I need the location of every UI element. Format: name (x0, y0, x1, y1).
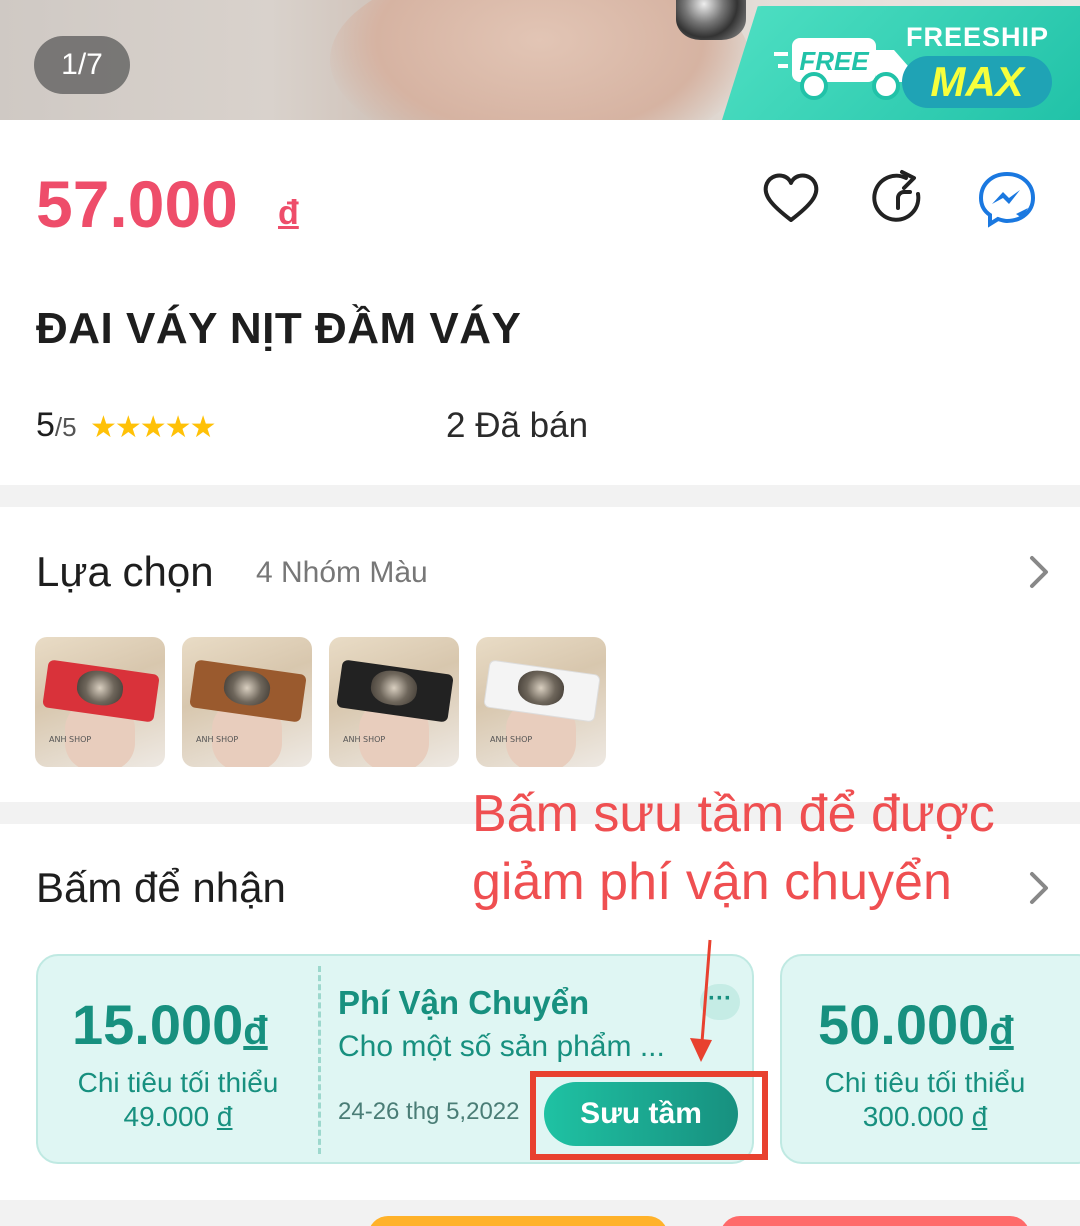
chevron-right-icon[interactable] (1024, 868, 1054, 908)
annotation-text: Bấm sưu tầm để được giảm phí vận chuyển (472, 785, 995, 911)
thumb-watermark: ANH SHOP (196, 735, 239, 744)
product-photo-bracelet (676, 0, 746, 40)
min-spend-label: Chi tiêu tối thiểu (824, 1067, 1026, 1098)
voucher-amount-currency: đ (243, 1009, 268, 1053)
chevron-right-icon[interactable] (1024, 552, 1054, 592)
min-spend-amount: 300.000 đ (784, 1100, 1066, 1134)
thumb-watermark: ANH SHOP (343, 735, 386, 744)
min-spend-value: 300.000 (862, 1101, 964, 1132)
rating-value: 5 (36, 406, 55, 444)
voucher-amount: 15.000đ (72, 992, 268, 1057)
voucher-description: Cho một số sản phẩm ... (338, 1030, 665, 1063)
section-separator (0, 485, 1080, 507)
truck-icon: FREE (774, 38, 908, 100)
highlight-box (530, 1071, 768, 1160)
thumb-watermark: ANH SHOP (49, 735, 92, 744)
voucher-amount-value: 15.000 (72, 993, 244, 1056)
voucher-amount-value: 50.000 (818, 993, 990, 1056)
options-count: 4 Nhóm Màu (256, 556, 428, 589)
bottom-button-left[interactable] (368, 1216, 668, 1226)
min-spend-amount: 49.000 đ (40, 1100, 316, 1134)
voucher-amount-currency: đ (989, 1009, 1014, 1053)
claim-vouchers-title: Bấm để nhận (36, 864, 286, 911)
bottom-button-right[interactable] (720, 1216, 1030, 1226)
product-image-gallery[interactable]: 1/7 FREE FREESHIP MAX (0, 0, 1080, 120)
sold-count: 2 Đã bán (446, 406, 589, 445)
voucher-name: Phí Vận Chuyển (338, 984, 590, 1021)
rating-score: 5/5 (36, 406, 77, 445)
max-label: MAX (902, 56, 1052, 108)
voucher-divider (318, 966, 321, 1154)
min-spend-value: 49.000 (123, 1101, 210, 1132)
messenger-icon[interactable] (976, 168, 1038, 230)
min-spend-label: Chi tiêu tối thiểu (77, 1067, 279, 1098)
product-title: ĐAI VÁY NỊT ĐẦM VÁY (36, 304, 522, 353)
color-option-thumb[interactable]: ANH SHOP (476, 637, 606, 767)
freeship-label: FREESHIP (906, 22, 1050, 52)
color-option-thumb[interactable]: ANH SHOP (182, 637, 312, 767)
price-currency: đ (278, 194, 299, 232)
min-spend-currency: đ (971, 1101, 988, 1132)
options-title: Lựa chọn (36, 548, 214, 595)
heart-icon[interactable] (760, 168, 822, 230)
voucher-min-spend: Chi tiêu tối thiểu 300.000 đ (784, 1066, 1066, 1134)
voucher-min-spend: Chi tiêu tối thiểu 49.000 đ (40, 1066, 316, 1134)
voucher-amount: 50.000đ (818, 992, 1014, 1057)
rating-stars: ★★★★★ (90, 411, 216, 444)
color-option-thumb[interactable]: ANH SHOP (35, 637, 165, 767)
product-price: 57.000 (36, 167, 238, 241)
min-spend-currency: đ (216, 1101, 233, 1132)
rating-max: /5 (54, 412, 77, 442)
annotation-arrow (690, 939, 712, 1062)
image-counter: 1/7 (34, 36, 130, 94)
voucher-date: 24-26 thg 5,2022 (338, 1098, 520, 1125)
thumb-watermark: ANH SHOP (490, 735, 533, 744)
color-option-thumb[interactable]: ANH SHOP (329, 637, 459, 767)
share-icon[interactable] (868, 168, 930, 230)
freeship-max-badge: FREE FREESHIP MAX (722, 6, 1080, 120)
truck-free-text: FREE (799, 46, 869, 76)
